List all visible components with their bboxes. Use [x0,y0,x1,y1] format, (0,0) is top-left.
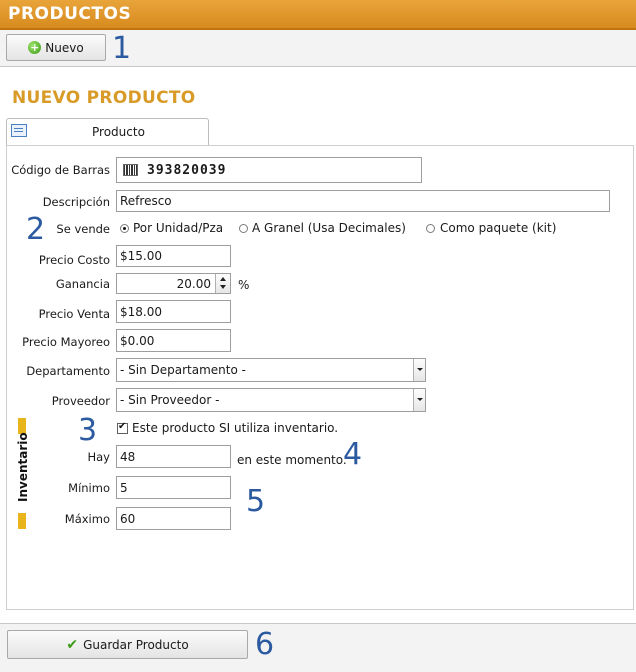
barcode-icon [123,164,138,176]
supplier-select[interactable]: - Sin Proveedor - [116,388,426,412]
save-product-button[interactable]: ✔ Guardar Producto [7,630,248,659]
minimum-label: Mínimo [68,481,110,495]
page-title: PRODUCTOS [8,4,132,24]
tab-producto-label: Producto [92,125,145,139]
cost-label: Precio Costo [38,253,110,267]
wholesale-price-input[interactable]: $0.00 [116,329,231,352]
radio-bulk[interactable] [239,224,248,233]
barcode-input[interactable]: 393820039 [116,157,422,183]
radio-kit[interactable] [426,224,435,233]
stock-label: Hay [87,450,110,464]
step-number-1: 1 [112,31,132,66]
sell-type-label: Se vende [56,222,110,236]
step-number-4: 4 [343,437,363,472]
uses-inventory-checkbox[interactable] [117,421,128,434]
supplier-label: Proveedor [51,394,110,408]
profit-input[interactable]: 20.00 [116,273,231,294]
supplier-value: - Sin Proveedor - [120,393,220,407]
description-input[interactable]: Refresco [116,190,610,212]
sale-price-label: Precio Venta [38,307,110,321]
department-label: Departamento [26,364,110,378]
profit-label: Ganancia [55,277,110,291]
wholesale-price-label: Precio Mayoreo [22,335,110,349]
radio-bulk-label: A Granel (Usa Decimales) [252,221,406,235]
radio-kit-label: Como paquete (kit) [440,221,557,235]
department-value: - Sin Departamento - [120,363,246,377]
form-icon [11,124,27,137]
check-icon: ✔ [66,636,79,653]
inventory-accent-bottom [18,513,26,529]
step-number-5: 5 [246,484,266,519]
department-select[interactable]: - Sin Departamento - [116,358,426,382]
save-product-label: Guardar Producto [83,637,189,652]
stock-input[interactable]: 48 [116,445,231,468]
maximum-input[interactable]: 60 [116,507,231,530]
cost-input[interactable]: $15.00 [116,245,231,267]
description-label: Descripción [42,195,110,209]
uses-inventory-label: Este producto SI utiliza inventario. [132,421,339,435]
chevron-down-icon [413,389,425,411]
chevron-down-icon [413,359,425,381]
minimum-input[interactable]: 5 [116,476,231,499]
plus-icon: + [28,41,42,54]
stock-suffix: en este momento. [237,453,347,467]
step-number-6: 6 [255,627,275,662]
inventory-section-label: Inventario [16,432,30,502]
section-title: NUEVO PRODUCTO [12,88,196,108]
maximum-label: Máximo [64,512,110,526]
profit-spinner[interactable] [215,274,230,293]
percent-sign: % [238,278,250,292]
barcode-label: Código de Barras [11,163,110,177]
step-number-3: 3 [78,413,98,448]
radio-per-unit[interactable] [120,224,129,233]
sale-price-input[interactable]: $18.00 [116,300,231,323]
radio-per-unit-label: Por Unidad/Pza [133,221,224,235]
new-button[interactable]: + Nuevo [6,34,106,61]
new-button-label: Nuevo [45,40,84,55]
